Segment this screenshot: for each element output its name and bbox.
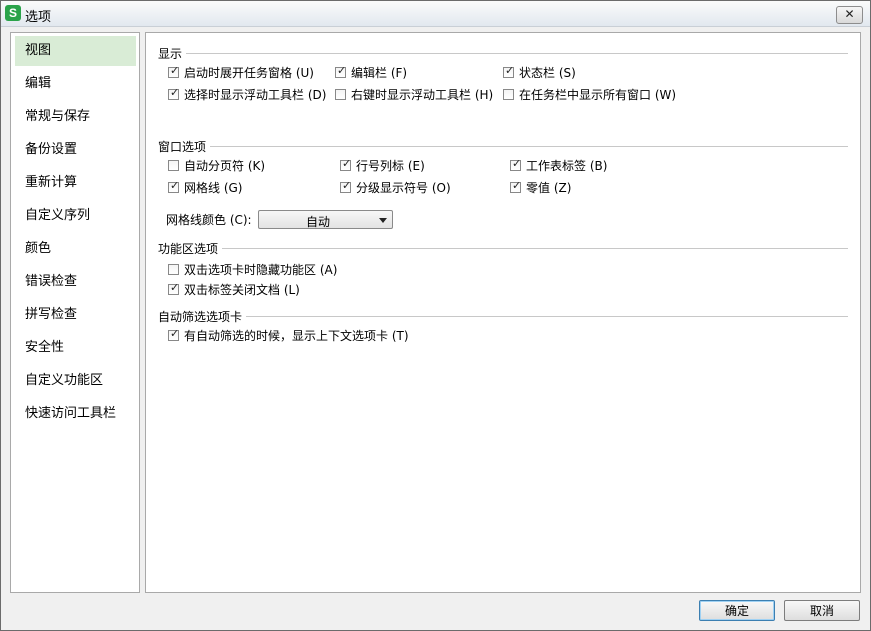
divider bbox=[246, 316, 848, 317]
sidebar-item-general-save[interactable]: 常规与保存 bbox=[15, 102, 136, 132]
check-mark-icon: ✓ bbox=[342, 157, 352, 170]
check-mark-icon: ✓ bbox=[505, 64, 515, 77]
checkbox-label: 有自动筛选的时候，显示上下文选项卡 (T) bbox=[184, 329, 409, 343]
checkbox-box[interactable]: ✓ bbox=[335, 64, 347, 78]
checkbox-box[interactable]: ✓ bbox=[168, 86, 180, 100]
checkbox-box[interactable] bbox=[503, 89, 514, 100]
checkbox-label: 行号列标 (E) bbox=[356, 159, 425, 173]
check-mark-icon: ✓ bbox=[170, 281, 180, 294]
check-mark-icon: ✓ bbox=[512, 157, 522, 170]
app-logo-icon: S bbox=[5, 5, 21, 21]
ok-button[interactable]: 确定 bbox=[699, 600, 775, 621]
check-mark-icon: ✓ bbox=[170, 86, 180, 99]
checkbox-box[interactable] bbox=[335, 89, 346, 100]
checkbox-label: 右键时显示浮动工具栏 (H) bbox=[351, 88, 494, 102]
checkbox-box[interactable]: ✓ bbox=[340, 179, 352, 193]
checkbox-box[interactable]: ✓ bbox=[510, 179, 522, 193]
sidebar-item-recalculate[interactable]: 重新计算 bbox=[15, 168, 136, 198]
checkbox-box[interactable]: ✓ bbox=[168, 64, 180, 78]
checkbox-label: 网格线 (G) bbox=[184, 181, 243, 195]
check-mark-icon: ✓ bbox=[512, 179, 522, 192]
checkbox-box[interactable]: ✓ bbox=[168, 281, 180, 295]
section-display-title: 显示 bbox=[158, 45, 187, 62]
checkbox-label: 工作表标签 (B) bbox=[526, 159, 608, 173]
close-button[interactable]: ✕ bbox=[836, 6, 863, 24]
checkbox-label: 双击选项卡时隐藏功能区 (A) bbox=[184, 263, 338, 277]
checkbox-box[interactable]: ✓ bbox=[503, 64, 515, 78]
checkbox-label: 双击标签关闭文档 (L) bbox=[184, 283, 300, 297]
check-mark-icon: ✓ bbox=[170, 64, 180, 77]
checkbox-label: 编辑栏 (F) bbox=[351, 66, 408, 80]
sidebar-item-view[interactable]: 视图 bbox=[15, 36, 136, 66]
options-dialog: S 选项 ✕ 视图 编辑 常规与保存 备份设置 重新计算 自定义序列 颜色 错误… bbox=[0, 0, 871, 631]
check-mark-icon: ✓ bbox=[170, 179, 180, 192]
sidebar-item-error-check[interactable]: 错误检查 bbox=[15, 267, 136, 297]
chevron-down-icon bbox=[379, 218, 387, 223]
checkbox-label: 选择时显示浮动工具栏 (D) bbox=[184, 88, 327, 102]
checkbox-label: 在任务栏中显示所有窗口 (W) bbox=[519, 88, 677, 102]
category-list: 视图 编辑 常规与保存 备份设置 重新计算 自定义序列 颜色 错误检查 拼写检查… bbox=[10, 32, 140, 593]
sidebar-item-edit[interactable]: 编辑 bbox=[15, 69, 136, 99]
sidebar-item-spell-check[interactable]: 拼写检查 bbox=[15, 300, 136, 330]
checkbox-label: 状态栏 (S) bbox=[519, 66, 576, 80]
checkbox-label: 自动分页符 (K) bbox=[184, 159, 266, 173]
gridline-color-label: 网格线颜色 (C): bbox=[166, 213, 252, 227]
sidebar-item-custom-ribbon[interactable]: 自定义功能区 bbox=[15, 366, 136, 396]
checkbox-box[interactable]: ✓ bbox=[168, 179, 180, 193]
options-panel: 显示 ✓ 启动时展开任务窗格 (U) ✓ 编辑栏 (F) ✓ 状态栏 (S) ✓… bbox=[145, 32, 861, 593]
sidebar-item-color[interactable]: 颜色 bbox=[15, 234, 136, 264]
divider bbox=[222, 248, 848, 249]
check-mark-icon: ✓ bbox=[342, 179, 352, 192]
checkbox-box[interactable] bbox=[168, 264, 179, 275]
checkbox-label: 分级显示符号 (O) bbox=[356, 181, 451, 195]
sidebar-item-custom-lists[interactable]: 自定义序列 bbox=[15, 201, 136, 231]
check-mark-icon: ✓ bbox=[170, 327, 180, 340]
cancel-button[interactable]: 取消 bbox=[784, 600, 860, 621]
sidebar-item-quick-access[interactable]: 快速访问工具栏 bbox=[15, 399, 136, 429]
sidebar-item-security[interactable]: 安全性 bbox=[15, 333, 136, 363]
checkbox-label: 零值 (Z) bbox=[526, 181, 572, 195]
checkbox-box[interactable]: ✓ bbox=[340, 157, 352, 171]
section-window-options-title: 窗口选项 bbox=[158, 138, 211, 155]
check-mark-icon: ✓ bbox=[337, 64, 347, 77]
dialog-title: 选项 bbox=[25, 10, 52, 25]
checkbox-box[interactable] bbox=[168, 160, 179, 171]
gridline-color-select[interactable]: 自动 bbox=[258, 210, 393, 229]
checkbox-box[interactable]: ✓ bbox=[168, 327, 180, 341]
sidebar-item-backup[interactable]: 备份设置 bbox=[15, 135, 136, 165]
section-autofilter-title: 自动筛选选项卡 bbox=[158, 308, 247, 325]
divider bbox=[186, 53, 848, 54]
section-ribbon-title: 功能区选项 bbox=[158, 240, 223, 257]
checkbox-box[interactable]: ✓ bbox=[510, 157, 522, 171]
checkbox-label: 启动时展开任务窗格 (U) bbox=[184, 66, 314, 80]
gridline-color-value: 自动 bbox=[305, 215, 330, 229]
divider bbox=[210, 146, 848, 147]
title-bar: S 选项 ✕ bbox=[1, 1, 870, 27]
